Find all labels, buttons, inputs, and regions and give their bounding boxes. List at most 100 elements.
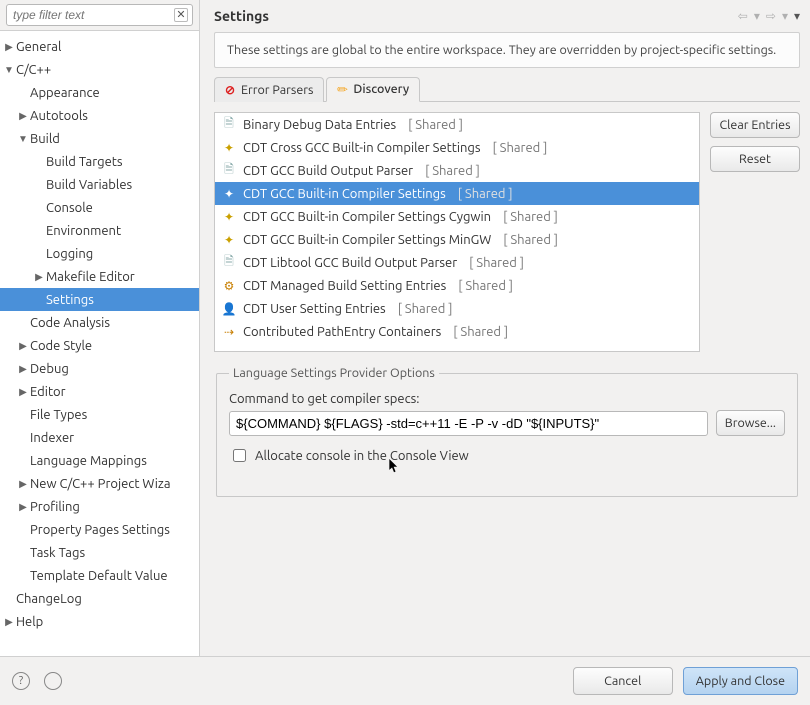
tree-item-file-types[interactable]: File Types [0, 403, 199, 426]
shared-tag: [ Shared ] [398, 302, 453, 316]
tree-item-debug[interactable]: ▶Debug [0, 357, 199, 380]
tree-item-environment[interactable]: Environment [0, 219, 199, 242]
allocate-console-label: Allocate console in the Console View [255, 449, 469, 463]
tree-item-new-project-wizard[interactable]: ▶New C/C++ Project Wiza [0, 472, 199, 495]
side-buttons: Clear Entries Reset [710, 112, 800, 352]
tree-item-help[interactable]: ▶Help [0, 610, 199, 633]
provider-label: Binary Debug Data Entries [243, 118, 396, 132]
provider-row[interactable]: 🗎Binary Debug Data Entries [ Shared ] [215, 113, 699, 136]
chevron-right-icon: ▶ [16, 363, 30, 375]
clear-entries-button[interactable]: Clear Entries [710, 112, 800, 138]
provider-row[interactable]: ⚙CDT Managed Build Setting Entries [ Sha… [215, 274, 699, 297]
provider-row[interactable]: ✦CDT GCC Built-in Compiler Settings [ Sh… [215, 182, 699, 205]
provider-row[interactable]: 🗎CDT GCC Build Output Parser [ Shared ] [215, 159, 699, 182]
header-row: Settings ⇦ ▾ ⇨ ▾ ▾ [214, 8, 800, 24]
tree-label: Language Mappings [30, 454, 147, 468]
tree-label: Settings [46, 293, 94, 307]
nav-forward-icon[interactable]: ⇨ [766, 9, 776, 23]
tree-label: Build Targets [46, 155, 123, 169]
tree-item-property-pages[interactable]: Property Pages Settings [0, 518, 199, 541]
nav-back-menu-icon[interactable]: ▾ [754, 9, 760, 23]
tree-label: Makefile Editor [46, 270, 135, 284]
tree-item-editor[interactable]: ▶Editor [0, 380, 199, 403]
provider-row[interactable]: 👤 CDT User Setting Entries [ Shared ] [215, 297, 699, 320]
tree-item-ccpp[interactable]: ▼C/C++ [0, 58, 199, 81]
workspace-note: These settings are global to the entire … [214, 32, 800, 68]
tree-label: Indexer [30, 431, 74, 445]
nav-menu-icon[interactable]: ▾ [794, 9, 800, 23]
provider-options-legend: Language Settings Provider Options [229, 366, 439, 380]
wand-icon: ✦ [221, 140, 237, 156]
tabs-bar: ⊘ Error Parsers ✎ Discovery [214, 76, 800, 102]
provider-label: CDT Libtool GCC Build Output Parser [243, 256, 457, 270]
wand-icon: ✎ [333, 79, 353, 99]
tab-error-parsers[interactable]: ⊘ Error Parsers [214, 77, 324, 102]
shared-tag: [ Shared ] [453, 325, 508, 339]
tree-label: Debug [30, 362, 69, 376]
tree-item-autotools[interactable]: ▶Autotools [0, 104, 199, 127]
main-panel: Settings ⇦ ▾ ⇨ ▾ ▾ These settings are gl… [200, 0, 810, 656]
preferences-window: ✕ ▶General ▼C/C++ Appearance ▶Autotools … [0, 0, 810, 705]
tree-item-logging[interactable]: Logging [0, 242, 199, 265]
tree-item-general[interactable]: ▶General [0, 35, 199, 58]
tab-discovery[interactable]: ✎ Discovery [326, 77, 420, 102]
provider-label: CDT GCC Built-in Compiler Settings [243, 187, 446, 201]
tree-label: ChangeLog [16, 592, 82, 606]
tree-label: Editor [30, 385, 66, 399]
wand-icon: ✦ [221, 209, 237, 225]
browse-button[interactable]: Browse... [716, 410, 785, 436]
tree-item-makefile-editor[interactable]: ▶Makefile Editor [0, 265, 199, 288]
shared-tag: [ Shared ] [458, 279, 513, 293]
tree-label: New C/C++ Project Wiza [30, 477, 171, 491]
cancel-button[interactable]: Cancel [573, 667, 673, 695]
providers-list[interactable]: 🗎Binary Debug Data Entries [ Shared ]✦CD… [214, 112, 700, 352]
provider-row[interactable]: ⇢Contributed PathEntry Containers [ Shar… [215, 320, 699, 343]
tree-label: Code Style [30, 339, 92, 353]
user-icon: 👤 [221, 301, 237, 317]
provider-row[interactable]: ✦CDT Cross GCC Built-in Compiler Setting… [215, 136, 699, 159]
chevron-right-icon: ▶ [32, 271, 46, 283]
tree-item-settings[interactable]: Settings [0, 288, 199, 311]
nav-forward-menu-icon[interactable]: ▾ [782, 9, 788, 23]
provider-label: CDT User Setting Entries [243, 302, 386, 316]
tree-item-appearance[interactable]: Appearance [0, 81, 199, 104]
shared-tag: [ Shared ] [503, 210, 558, 224]
tree-item-code-style[interactable]: ▶Code Style [0, 334, 199, 357]
tree-item-console[interactable]: Console [0, 196, 199, 219]
import-export-icon[interactable] [44, 672, 62, 690]
provider-row[interactable]: ✦CDT GCC Built-in Compiler Settings MinG… [215, 228, 699, 251]
tree-item-language-mappings[interactable]: Language Mappings [0, 449, 199, 472]
provider-label: CDT Managed Build Setting Entries [243, 279, 446, 293]
shared-tag: [ Shared ] [458, 187, 513, 201]
tree-item-changelog[interactable]: ChangeLog [0, 587, 199, 610]
provider-row[interactable]: 🗎CDT Libtool GCC Build Output Parser [ S… [215, 251, 699, 274]
tree-label: Build Variables [46, 178, 132, 192]
preference-tree[interactable]: ▶General ▼C/C++ Appearance ▶Autotools ▼B… [0, 31, 199, 656]
tree-item-profiling[interactable]: ▶Profiling [0, 495, 199, 518]
tree-label: Autotools [30, 109, 88, 123]
provider-row[interactable]: ✦ CDT GCC Built-in Compiler Settings Cygw… [215, 205, 699, 228]
help-icon[interactable]: ? [12, 672, 30, 690]
chevron-down-icon: ▼ [2, 64, 16, 76]
tree-label: Task Tags [30, 546, 85, 560]
reset-button[interactable]: Reset [710, 146, 800, 172]
compiler-specs-command-input[interactable] [229, 411, 708, 436]
chevron-right-icon: ▶ [16, 110, 30, 122]
tree-label: Environment [46, 224, 121, 238]
nav-back-icon[interactable]: ⇦ [738, 9, 748, 23]
apply-and-close-button[interactable]: Apply and Close [683, 667, 798, 695]
tree-item-code-analysis[interactable]: Code Analysis [0, 311, 199, 334]
chevron-right-icon: ▶ [2, 41, 16, 53]
tree-label: Property Pages Settings [30, 523, 170, 537]
tree-item-indexer[interactable]: Indexer [0, 426, 199, 449]
clear-filter-icon[interactable]: ✕ [174, 8, 188, 22]
provider-label: CDT GCC Built-in Compiler Settings Cygwi… [243, 210, 491, 224]
filter-input[interactable] [11, 6, 174, 24]
allocate-console-checkbox[interactable] [233, 449, 246, 462]
tree-item-build[interactable]: ▼Build [0, 127, 199, 150]
chevron-right-icon: ▶ [16, 386, 30, 398]
tree-item-build-targets[interactable]: Build Targets [0, 150, 199, 173]
tree-item-build-variables[interactable]: Build Variables [0, 173, 199, 196]
tree-item-template-default-values[interactable]: Template Default Value [0, 564, 199, 587]
tree-item-task-tags[interactable]: Task Tags [0, 541, 199, 564]
